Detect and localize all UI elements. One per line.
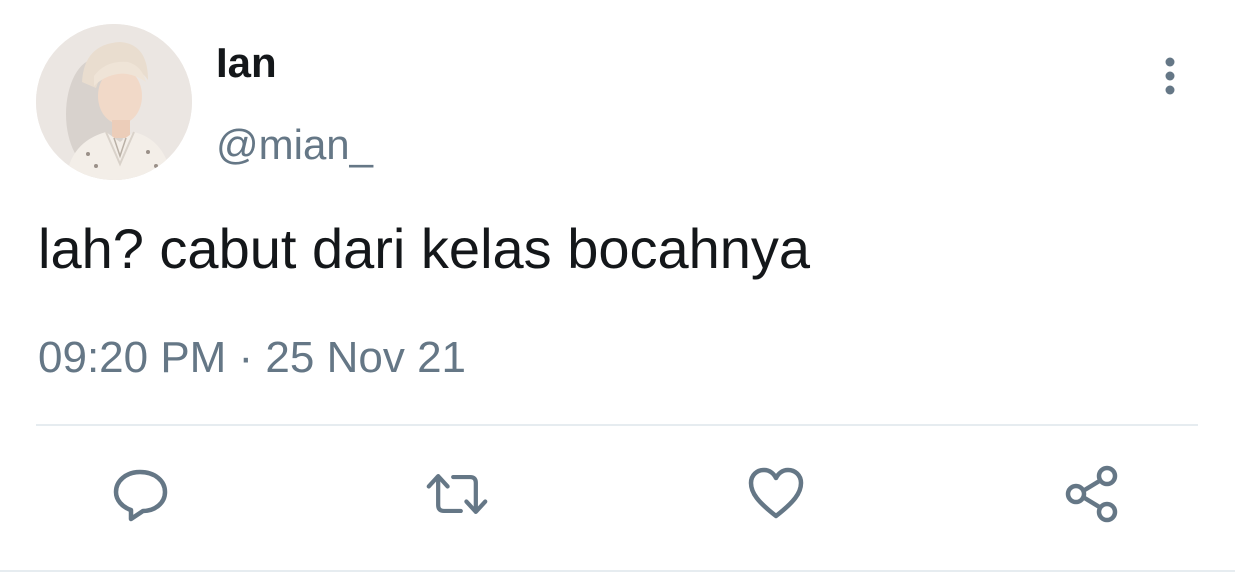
share-icon — [1065, 465, 1118, 523]
like-button[interactable] — [744, 462, 808, 526]
reply-button[interactable] — [108, 462, 172, 526]
retweet-button[interactable] — [425, 462, 489, 526]
divider — [36, 424, 1198, 426]
heart-icon — [748, 467, 804, 519]
reply-icon — [113, 469, 168, 522]
tweet-timestamp[interactable]: 09:20 PM · 25 Nov 21 — [38, 336, 466, 380]
tweet-text: lah? cabut dari kelas bocahnya — [38, 217, 811, 280]
more-options-button[interactable] — [1148, 50, 1192, 102]
share-button[interactable] — [1060, 462, 1124, 526]
more-vertical-icon — [1165, 57, 1175, 95]
retweet-icon — [426, 473, 488, 514]
display-name[interactable]: Ian — [216, 42, 277, 84]
user-handle[interactable]: @mian_ — [216, 124, 373, 166]
avatar[interactable] — [36, 24, 192, 180]
bottom-divider — [0, 570, 1235, 572]
